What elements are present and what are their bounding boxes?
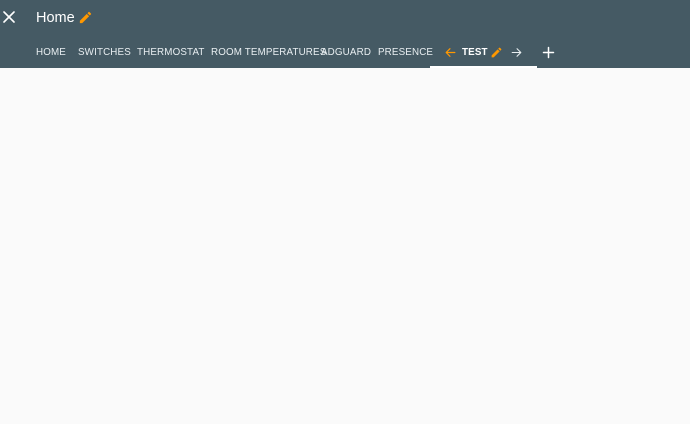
pencil-icon[interactable]: [490, 46, 503, 59]
arrow-right-icon[interactable]: [510, 46, 523, 59]
view-tabs: HOME SWITCHES THERMOSTAT ROOM TEMPERATUR…: [0, 38, 690, 68]
dashboard-content-area: [0, 68, 690, 424]
tab-test[interactable]: TEST: [430, 38, 537, 68]
edit-mode-header: Home HOME SWITCHES THERMOSTAT ROOM TEMPE…: [0, 0, 690, 68]
tab-presence[interactable]: PRESENCE: [378, 38, 433, 68]
arrow-left-icon[interactable]: [444, 46, 457, 59]
tab-room-temperatures[interactable]: ROOM TEMPERATURES: [211, 38, 326, 68]
tab-thermostat[interactable]: THERMOSTAT: [137, 38, 205, 68]
dashboard-title: Home: [36, 10, 75, 26]
close-edit-button[interactable]: [0, 5, 18, 29]
pencil-icon[interactable]: [78, 10, 93, 25]
tab-switches[interactable]: SWITCHES: [78, 38, 131, 68]
plus-icon[interactable]: [541, 45, 556, 60]
tab-home[interactable]: HOME: [36, 38, 66, 68]
tab-adguard[interactable]: ADGUARD: [321, 38, 371, 68]
tab-test-label: TEST: [462, 47, 488, 58]
close-icon: [3, 11, 15, 23]
